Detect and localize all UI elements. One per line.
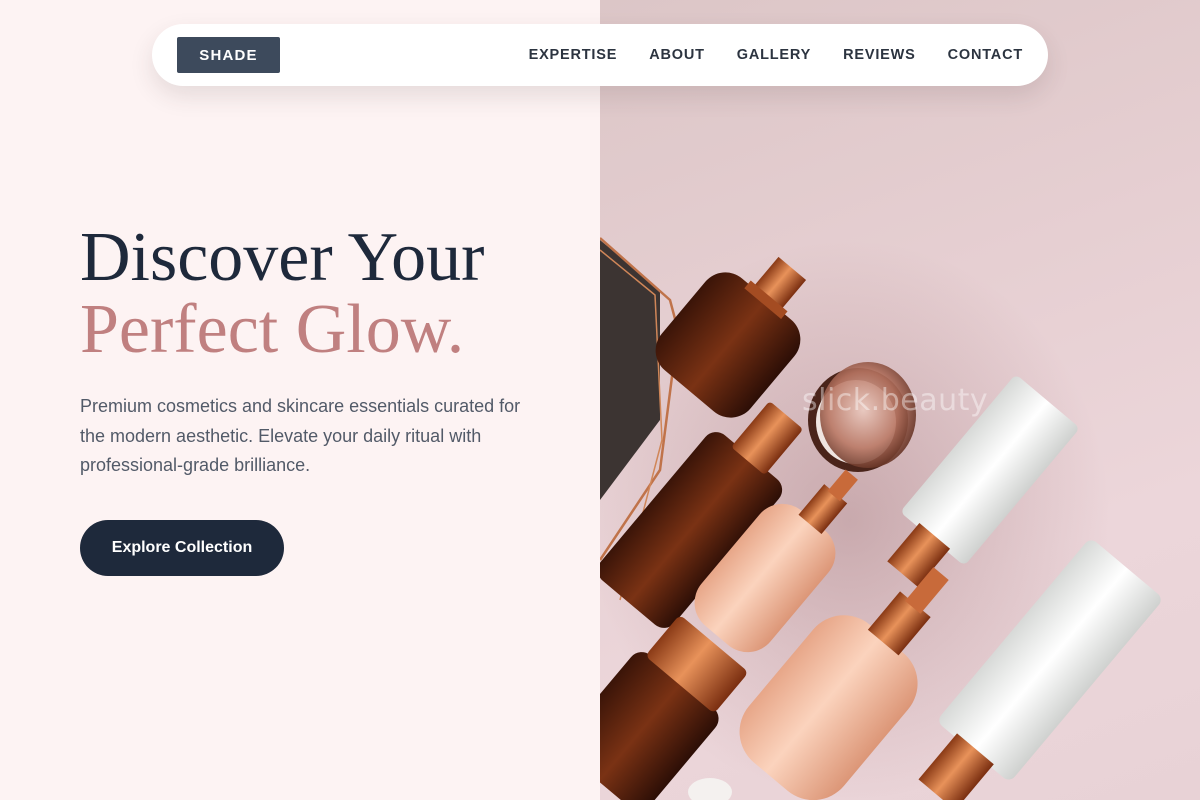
hero-description: Premium cosmetics and skincare essential… xyxy=(80,396,521,475)
hero-image-panel xyxy=(600,0,1200,800)
nav-link-contact[interactable]: CONTACT xyxy=(948,47,1023,63)
explore-collection-button[interactable]: Explore Collection xyxy=(80,520,284,576)
nav-link-about[interactable]: ABOUT xyxy=(649,47,705,63)
hero-title-line-1: Discover Your xyxy=(80,219,485,296)
logo-button[interactable]: SHADE xyxy=(177,37,280,73)
cosmetics-product-photo xyxy=(600,237,1161,800)
nav-links: EXPERTISE ABOUT GALLERY REVIEWS CONTACT xyxy=(529,24,1023,86)
top-navbar: SHADE EXPERTISE ABOUT GALLERY REVIEWS CO… xyxy=(152,24,1048,86)
hero-title: Discover Your Perfect Glow. xyxy=(80,222,484,366)
nav-link-expertise[interactable]: EXPERTISE xyxy=(529,47,618,63)
hero-title-line-2: Perfect Glow. xyxy=(80,291,465,368)
nav-link-reviews[interactable]: REVIEWS xyxy=(843,47,915,63)
nav-link-gallery[interactable]: GALLERY xyxy=(737,47,811,63)
